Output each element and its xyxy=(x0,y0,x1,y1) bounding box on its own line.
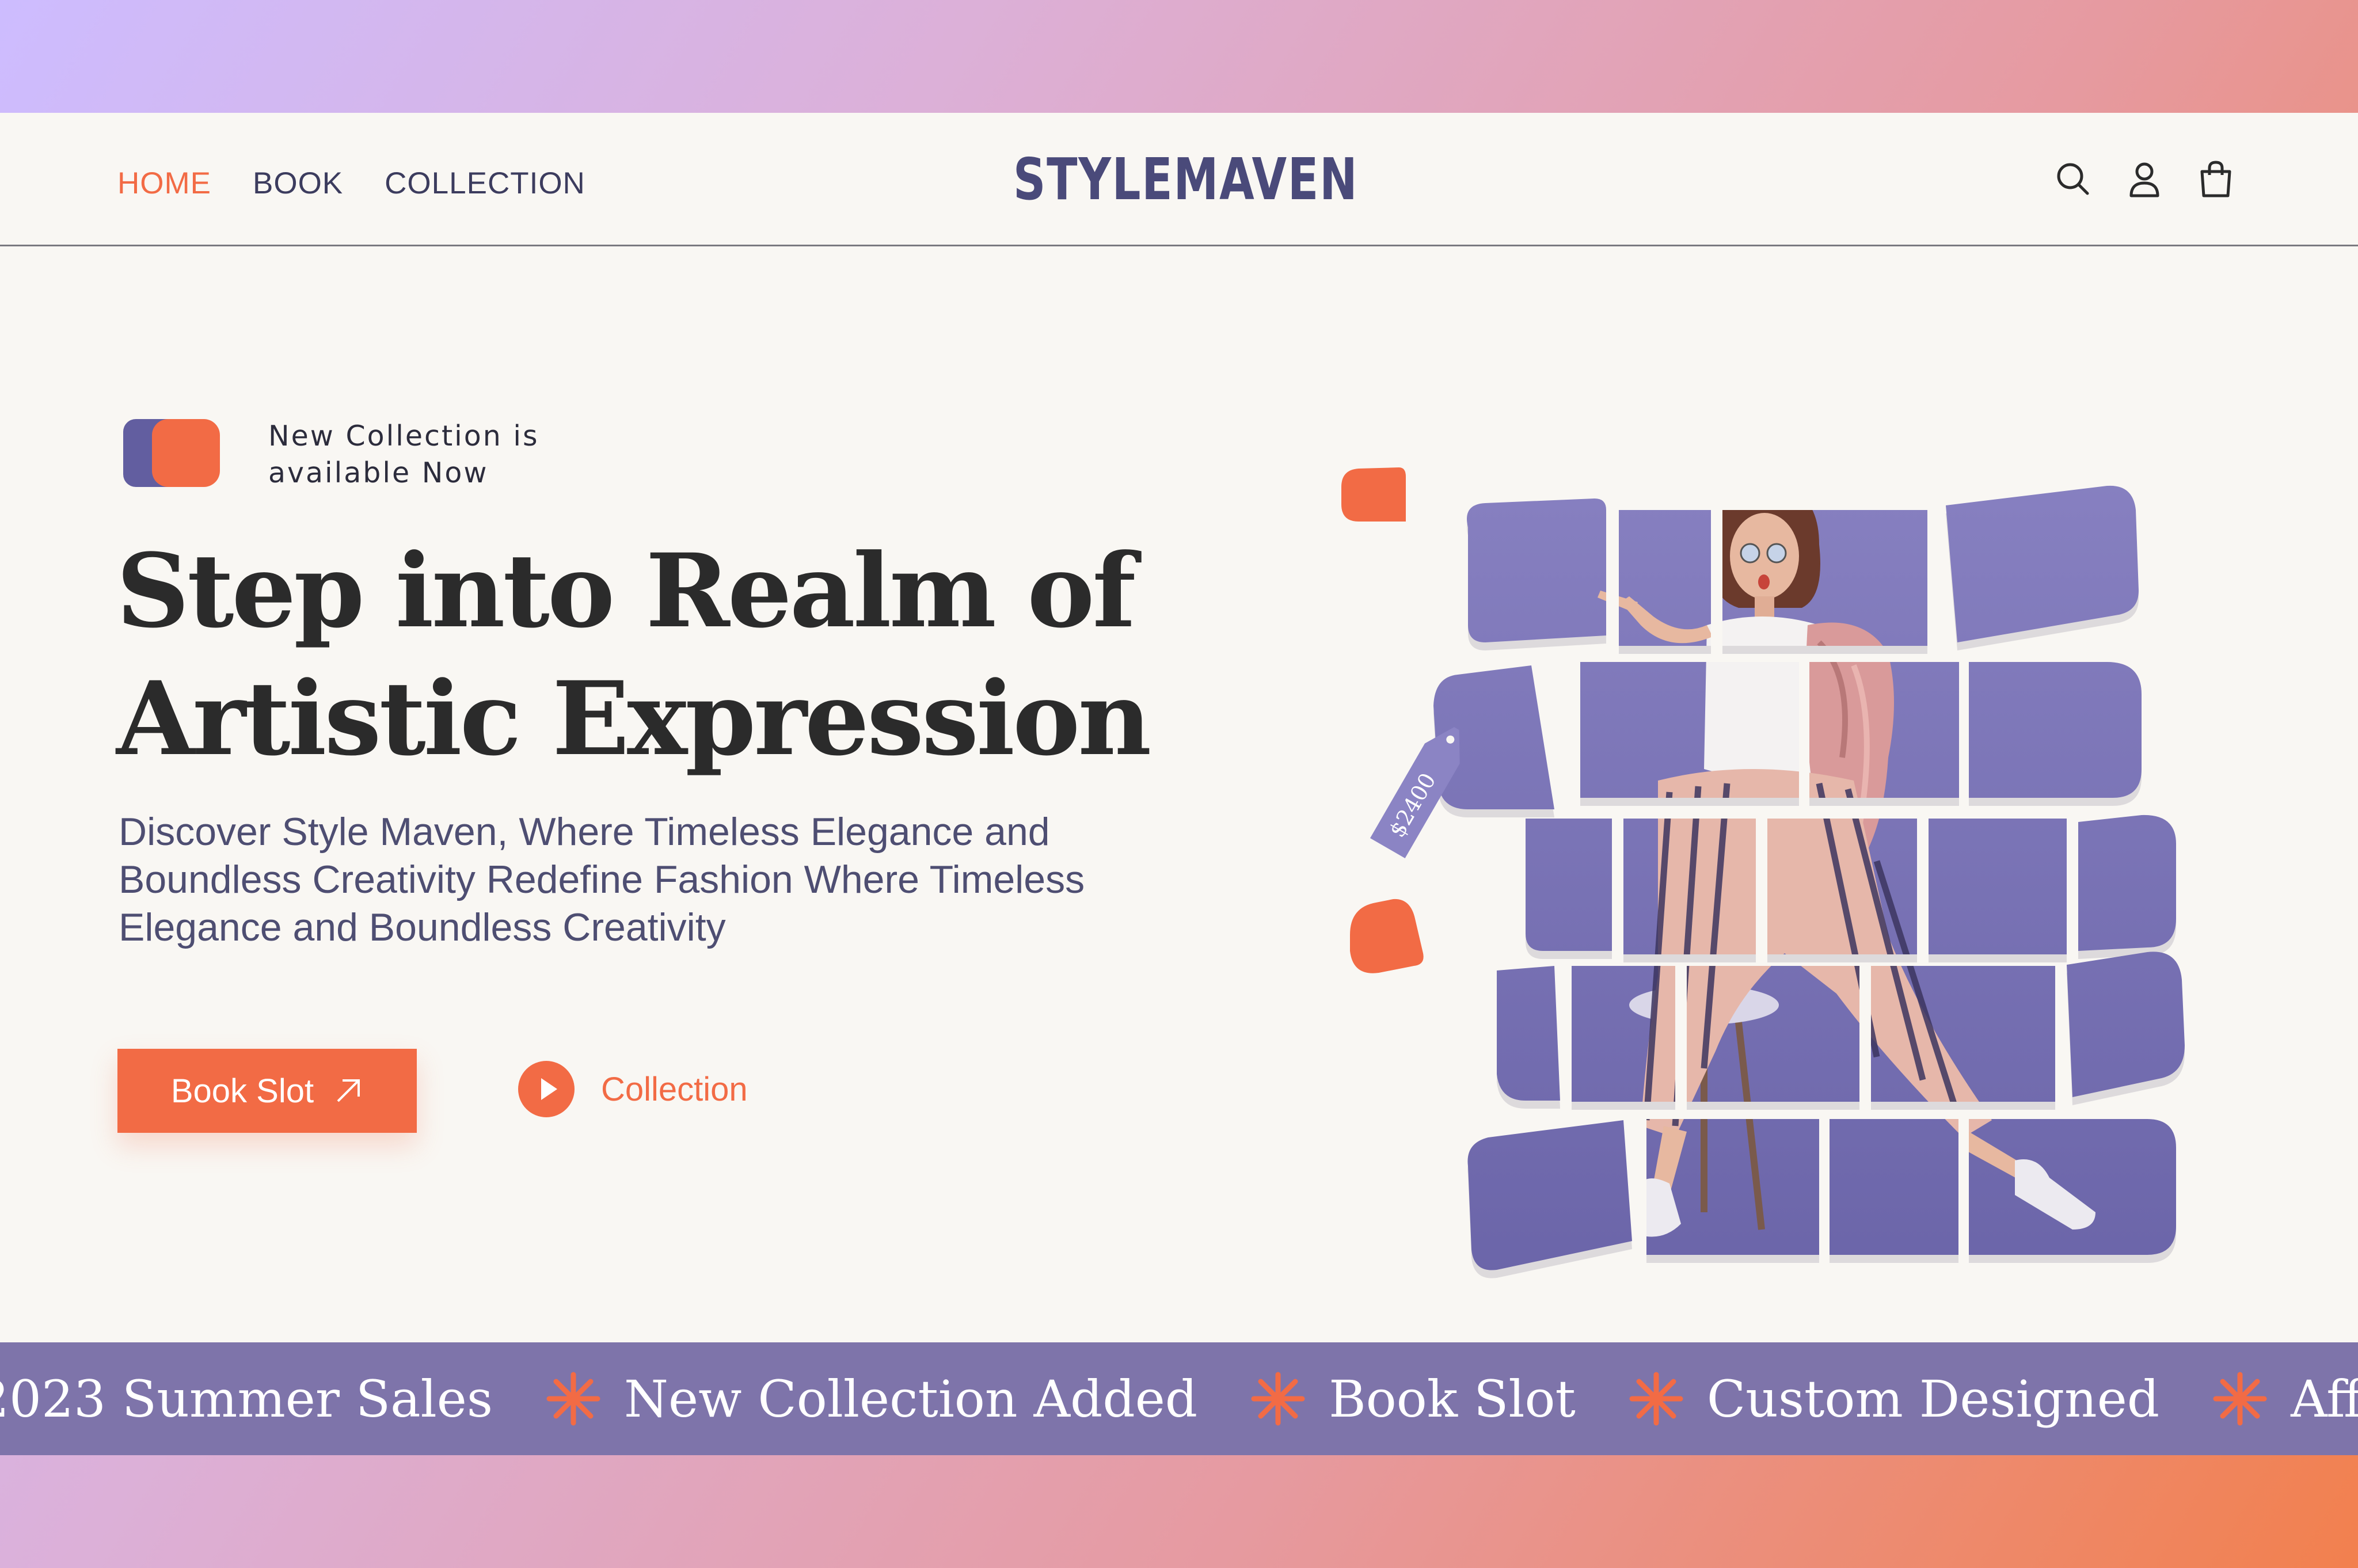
nav-book[interactable]: BOOK xyxy=(253,166,343,201)
promo-marquee: 2023 Summer Sales New Collection Added B… xyxy=(0,1342,2358,1455)
new-collection-text: New Collection is available Now xyxy=(268,420,539,489)
collection-badge-icon xyxy=(123,419,220,487)
collection-button[interactable]: Collection xyxy=(518,1060,748,1118)
orange-shape-2 xyxy=(1350,899,1424,973)
marquee-item: 2023 Summer Sales xyxy=(0,1369,493,1429)
headline-line-2: Artistic Expression xyxy=(116,659,1151,778)
marquee-item: New Collection Added xyxy=(624,1369,1198,1429)
model-photo-collage: $2400 xyxy=(1341,467,2185,1278)
main-nav: HOME BOOK COLLECTION xyxy=(117,166,585,201)
search-icon[interactable] xyxy=(2055,160,2091,198)
book-slot-button[interactable]: Book Slot xyxy=(117,1049,417,1133)
page: HOME BOOK COLLECTION STYLEMAVEN New Coll… xyxy=(0,113,2358,1455)
header-icons xyxy=(2055,160,2234,198)
collection-button-label: Collection xyxy=(601,1070,748,1108)
asterisk-icon xyxy=(2213,1372,2267,1426)
book-slot-label: Book Slot xyxy=(170,1072,314,1110)
arrow-up-right-icon xyxy=(337,1079,360,1102)
nav-home[interactable]: HOME xyxy=(117,166,211,201)
marquee-item: Book Slot xyxy=(1329,1369,1576,1429)
nav-collection[interactable]: COLLECTION xyxy=(385,166,585,201)
hero-collage: $2400 xyxy=(1301,355,2245,1310)
user-icon[interactable] xyxy=(2127,160,2162,198)
orange-shape-1 xyxy=(1341,467,1406,522)
site-header: HOME BOOK COLLECTION STYLEMAVEN xyxy=(0,113,2358,246)
shopping-bag-icon[interactable] xyxy=(2198,160,2234,198)
marquee-item: Affordable xyxy=(2291,1369,2358,1429)
marquee-track: 2023 Summer Sales New Collection Added B… xyxy=(0,1342,2358,1455)
marquee-item: Custom Designed xyxy=(1706,1369,2160,1429)
play-icon xyxy=(518,1061,575,1117)
brand-logo[interactable]: STYLEMAVEN xyxy=(1013,151,1357,208)
headline-line-1: Step into Realm of xyxy=(116,531,1136,650)
asterisk-icon xyxy=(546,1372,600,1426)
asterisk-icon xyxy=(1251,1372,1305,1426)
hero-headline: Step into Realm of Artistic Expression xyxy=(116,527,1268,783)
asterisk-icon xyxy=(1629,1372,1683,1426)
hero-subtitle: Discover Style Maven, Where Timeless Ele… xyxy=(119,810,1085,949)
